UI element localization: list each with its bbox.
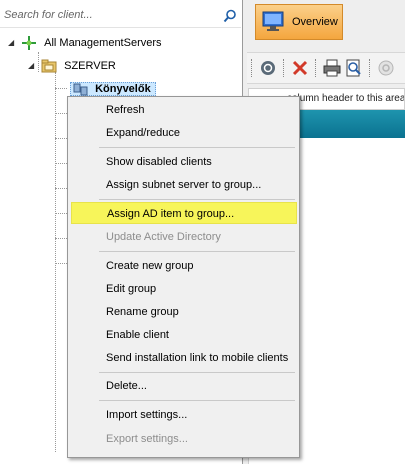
toolbar-separator (283, 59, 284, 77)
client-group-icon (73, 83, 88, 96)
menu-separator (99, 199, 295, 200)
menu-item-assign-ad-item[interactable]: Assign AD item to group... (71, 202, 297, 224)
menu-item-expand-reduce[interactable]: Expand/reduce (71, 122, 297, 144)
toolbar-separator (369, 59, 370, 77)
menu-item-send-installation-link[interactable]: Send installation link to mobile clients (71, 347, 297, 369)
overview-tab-label: Overview (292, 16, 338, 28)
tree-connector (55, 113, 67, 114)
tree-connector (55, 188, 67, 189)
menu-item-import-settings[interactable]: Import settings... (71, 404, 297, 426)
menu-separator (99, 372, 295, 373)
print-preview-icon[interactable] (345, 59, 363, 77)
menu-item-export-settings: Export settings... (106, 433, 188, 445)
menu-separator (99, 400, 295, 401)
collapse-arrow-icon[interactable]: ◢ (8, 34, 18, 52)
tree-node-server[interactable]: ◢ SZERVER (28, 57, 116, 75)
menu-item-enable-client[interactable]: Enable client (71, 324, 297, 346)
tree-node-server-label: SZERVER (64, 60, 116, 73)
menu-item-create-new-group[interactable]: Create new group (71, 255, 297, 277)
collapse-arrow-icon[interactable]: ◢ (28, 57, 38, 75)
toolbar-grip (251, 59, 252, 77)
print-icon[interactable] (323, 59, 341, 77)
search-box (0, 3, 241, 28)
server-folder-icon (41, 59, 57, 73)
tree-connector (55, 138, 67, 139)
search-icon[interactable] (223, 9, 237, 23)
menu-separator (99, 251, 295, 252)
tree-node-selected-group-label: Könyvelők (95, 83, 151, 96)
menu-item-update-active-directory: Update Active Directory (106, 231, 221, 243)
tree-connector (55, 238, 67, 239)
refresh-icon[interactable] (259, 59, 277, 77)
menu-item-assign-subnet-server[interactable]: Assign subnet server to group... (71, 174, 297, 196)
monitor-icon (262, 11, 284, 31)
tree-connector (55, 263, 67, 264)
menu-item-refresh[interactable]: Refresh (71, 99, 297, 121)
tree-connector (55, 163, 67, 164)
menu-item-rename-group[interactable]: Rename group (71, 301, 297, 323)
tree-connector (55, 88, 67, 89)
tree-connector (55, 72, 56, 452)
menu-separator (99, 147, 295, 148)
network-root-icon (22, 36, 37, 51)
menu-item-delete[interactable]: Delete... (71, 375, 297, 397)
disabled-action-icon[interactable] (377, 59, 395, 77)
tree-node-root-label: All ManagementServers (44, 37, 162, 50)
toolbar (247, 52, 405, 84)
search-input[interactable] (2, 5, 216, 25)
overview-tab[interactable]: Overview (255, 4, 343, 40)
tree-connector (55, 213, 67, 214)
context-menu: Refresh Expand/reduce Show disabled clie… (67, 96, 300, 458)
menu-item-show-disabled-clients[interactable]: Show disabled clients (71, 151, 297, 173)
menu-item-edit-group[interactable]: Edit group (71, 278, 297, 300)
tree-node-root[interactable]: ◢ All ManagementServers (8, 34, 162, 52)
toolbar-separator (315, 59, 316, 77)
delete-icon[interactable] (291, 59, 309, 77)
